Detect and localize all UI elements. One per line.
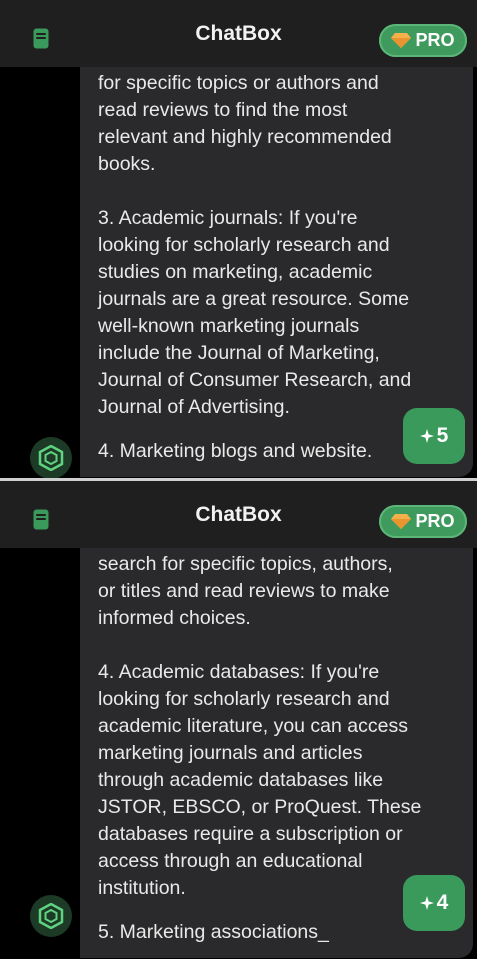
pro-badge-button[interactable]: PRO — [379, 505, 467, 538]
credits-count: 5 — [436, 424, 449, 447]
screenshot-panel-1: ChatBox PRO for specific topics or autho… — [0, 0, 477, 478]
sparkle-icon — [419, 429, 434, 443]
app-header: ChatBox PRO — [0, 481, 477, 548]
credits-button[interactable]: 4 — [403, 875, 465, 931]
pro-label: PRO — [415, 30, 455, 50]
screenshot-panel-2: ChatBox PRO search for specific topics, … — [0, 481, 477, 959]
message-streaming-line: 5. Marketing associations_ — [98, 921, 329, 943]
message-streaming-line: 4. Marketing blogs and website. — [98, 440, 373, 462]
hexagon-logo-icon — [38, 445, 64, 471]
hexagon-logo-icon — [38, 903, 64, 929]
assistant-avatar — [30, 895, 72, 937]
message-text: search for specific topics, authors, or … — [98, 553, 422, 899]
assistant-avatar — [30, 437, 72, 478]
message-text: for specific topics or authors and read … — [98, 72, 412, 418]
pro-label: PRO — [415, 511, 455, 531]
app-header: ChatBox PRO — [0, 0, 477, 67]
pro-badge-button[interactable]: PRO — [379, 24, 467, 57]
gem-icon — [391, 514, 412, 529]
gem-icon — [391, 33, 412, 48]
credits-button[interactable]: 5 — [403, 408, 465, 464]
credits-count: 4 — [436, 891, 449, 914]
sparkle-icon — [419, 896, 434, 910]
